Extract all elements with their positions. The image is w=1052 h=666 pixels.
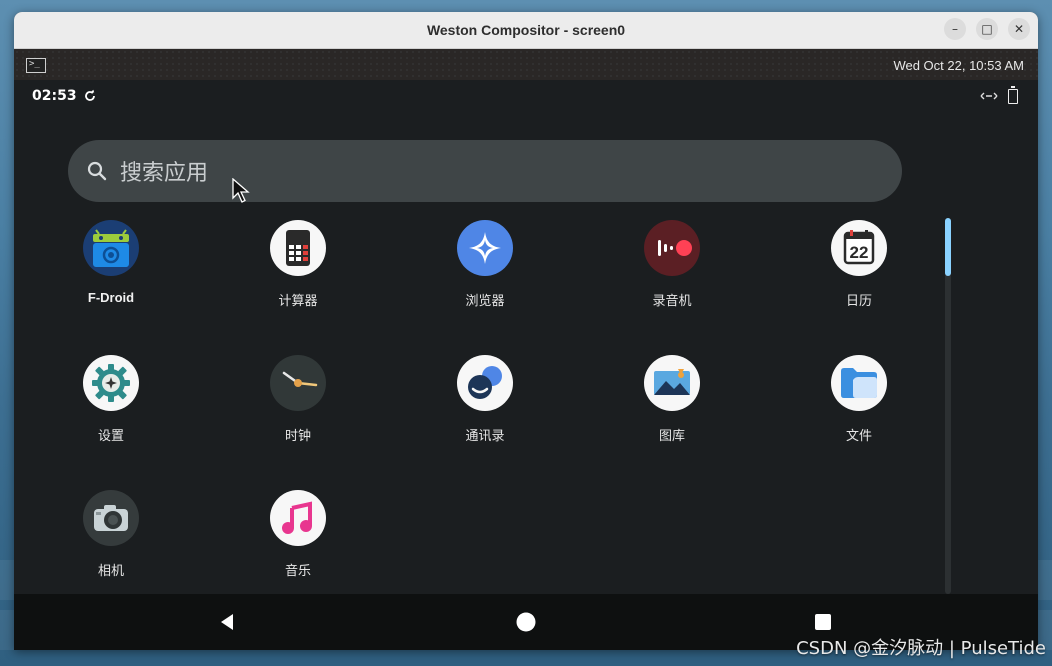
app-label: 时钟: [284, 429, 311, 444]
back-button[interactable]: [198, 594, 258, 650]
app-camera[interactable]: 相机: [51, 490, 171, 579]
app-contacts[interactable]: 通讯录: [425, 355, 545, 444]
app-label: 通讯录: [465, 429, 505, 444]
app-label: 图库: [658, 429, 685, 444]
app-clock[interactable]: 时钟: [238, 355, 358, 444]
status-bar: 02:53: [14, 80, 1038, 112]
camera-icon: [83, 490, 139, 546]
browser-icon: [457, 220, 513, 276]
contacts-icon: [457, 355, 513, 411]
app-music[interactable]: 音乐: [238, 490, 358, 579]
close-icon: ✕: [1013, 22, 1025, 36]
mouse-cursor-icon: [232, 178, 250, 203]
minimize-icon: –: [952, 22, 958, 36]
app-label: 设置: [97, 429, 124, 444]
app-settings[interactable]: 设置: [51, 355, 171, 444]
panel-clock: Wed Oct 22, 10:53 AM: [893, 57, 1024, 73]
app-files[interactable]: 文件: [799, 355, 919, 444]
music-icon: [270, 490, 326, 546]
status-time: 02:53: [32, 88, 77, 104]
search-placeholder: 搜索应用: [120, 161, 209, 186]
battery-charging-icon: [1008, 85, 1018, 104]
app-label: 相机: [97, 564, 124, 579]
android-screen: 02:53 搜索应用 F-Droid 计算器 浏览器 录音机 22 日历 设置 …: [14, 80, 1038, 650]
app-label: F-Droid: [87, 290, 135, 305]
home-button[interactable]: [496, 594, 556, 650]
settings-icon: [83, 355, 139, 411]
app-label: 文件: [845, 429, 872, 444]
scrollbar-thumb[interactable]: [945, 218, 951, 276]
app-label: 浏览器: [465, 294, 505, 309]
watermark: CSDN @金汐脉动 | PulseTide: [796, 638, 1046, 659]
app-drawer-grid: F-Droid 计算器 浏览器 录音机 22 日历 设置 时钟 通讯录 图库 文…: [14, 220, 944, 595]
maximize-button[interactable]: □: [976, 18, 998, 40]
ethernet-icon: [980, 92, 998, 100]
sync-icon: [84, 89, 95, 101]
app-label: 音乐: [284, 564, 311, 579]
app-calculator[interactable]: 计算器: [238, 220, 358, 309]
app-search-bar[interactable]: 搜索应用: [68, 140, 902, 202]
maximize-icon: □: [981, 22, 993, 36]
app-fdroid[interactable]: F-Droid: [51, 220, 171, 305]
weston-window: Weston Compositor - screen0 – □ ✕ >_ Wed…: [14, 12, 1038, 650]
app-label: 录音机: [652, 294, 692, 309]
app-drawer-scrollbar[interactable]: [945, 218, 951, 594]
weston-panel: >_ Wed Oct 22, 10:53 AM: [14, 49, 1038, 81]
home-icon: [516, 612, 536, 632]
app-browser[interactable]: 浏览器: [425, 220, 545, 309]
close-button[interactable]: ✕: [1008, 18, 1030, 40]
gallery-icon: [644, 355, 700, 411]
window-titlebar[interactable]: Weston Compositor - screen0 – □ ✕: [14, 12, 1038, 49]
fdroid-icon: [83, 220, 139, 276]
window-title: Weston Compositor - screen0: [426, 22, 626, 38]
app-calendar[interactable]: 22 日历: [799, 220, 919, 309]
back-icon: [221, 614, 233, 630]
app-label: 计算器: [278, 294, 318, 309]
terminal-icon[interactable]: >_: [26, 57, 46, 73]
calendar-date: 22: [849, 243, 869, 262]
recorder-icon: [644, 220, 700, 276]
minimize-button[interactable]: –: [944, 18, 966, 40]
files-icon: [831, 355, 887, 411]
app-label: 日历: [845, 294, 872, 309]
calendar-icon: 22: [831, 220, 887, 276]
clock-icon: [270, 355, 326, 411]
recents-icon: [815, 614, 831, 630]
app-gallery[interactable]: 图库: [612, 355, 732, 444]
calculator-icon: [270, 220, 326, 276]
search-icon: [87, 161, 107, 181]
app-recorder[interactable]: 录音机: [612, 220, 732, 309]
